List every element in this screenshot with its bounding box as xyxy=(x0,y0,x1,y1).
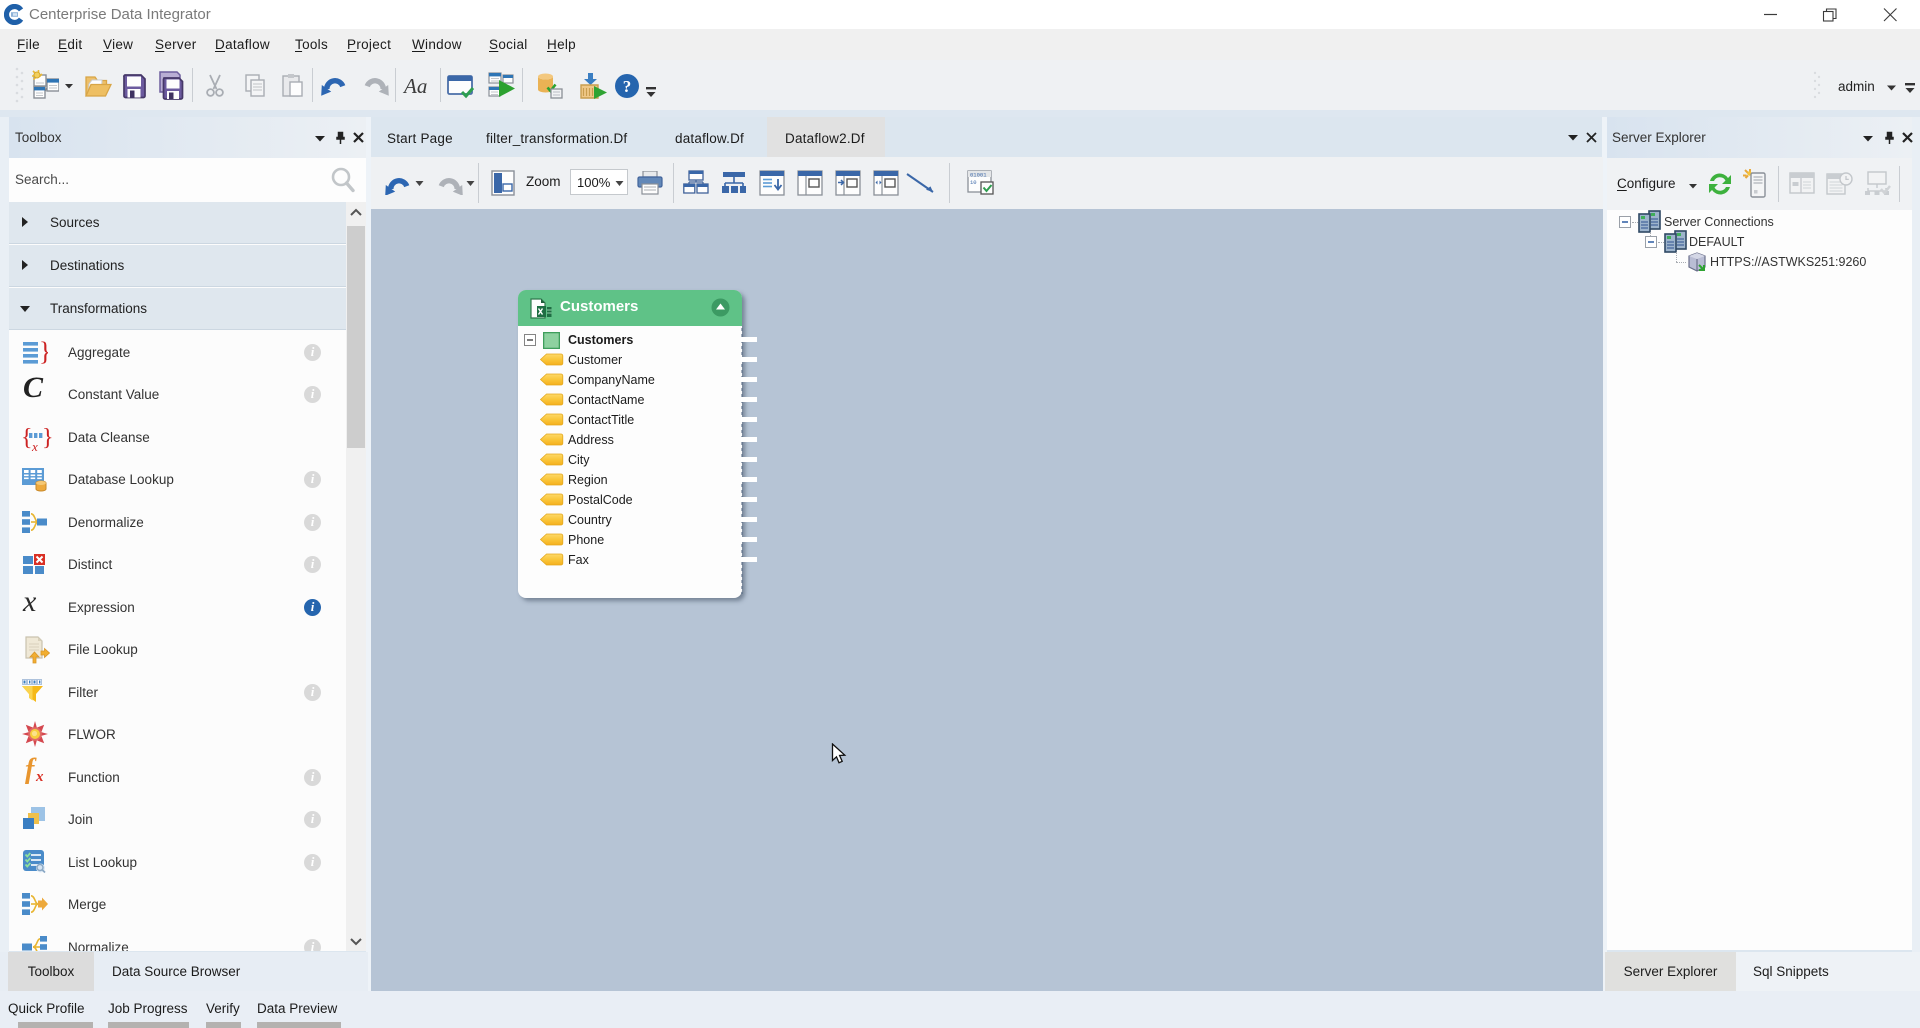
svg-text:?: ? xyxy=(623,77,632,96)
svg-text:x: x xyxy=(31,439,38,452)
svg-text:10: 10 xyxy=(970,179,977,186)
svg-text:01001: 01001 xyxy=(970,172,987,179)
svg-text:}: } xyxy=(39,339,48,365)
svg-text:}: } xyxy=(42,425,52,451)
